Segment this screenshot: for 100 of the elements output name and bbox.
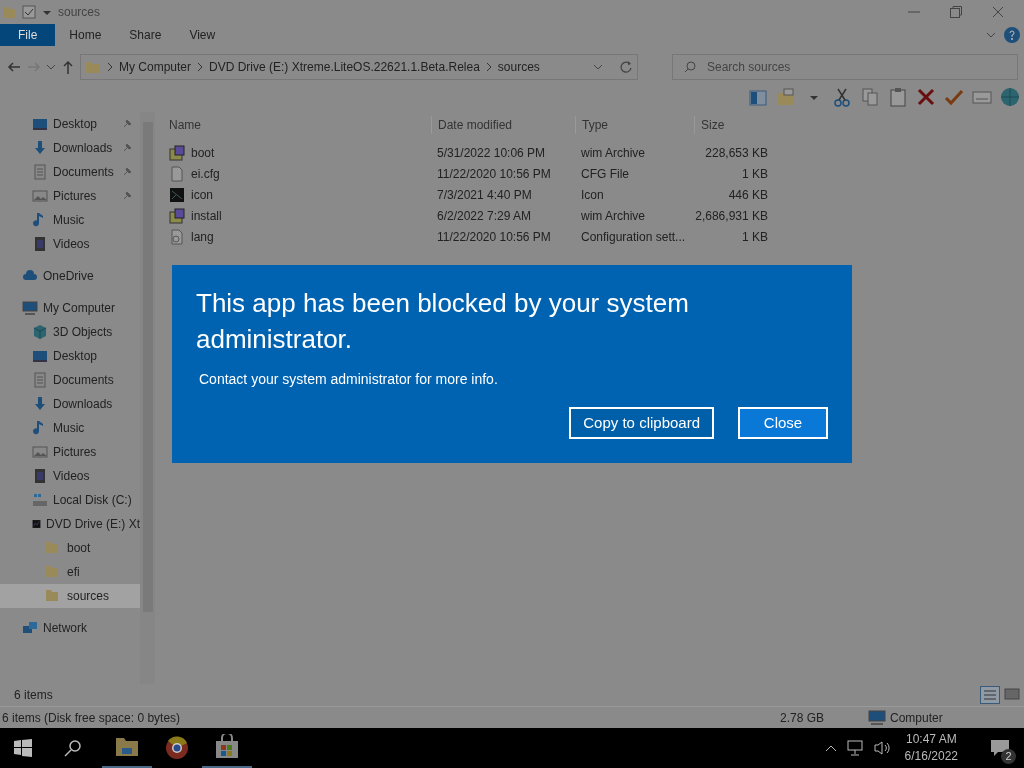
film-icon [32,236,48,252]
copy-icon[interactable] [860,87,880,107]
clock-time[interactable]: 10:47 AM [904,731,958,748]
nav-item[interactable]: 3D Objects [0,320,140,344]
chevron-down-icon[interactable] [46,62,56,72]
nav-item[interactable]: Network [0,616,140,640]
document-icon [32,372,48,388]
chevron-up-icon[interactable] [824,744,837,752]
nav-item[interactable]: Documents [0,160,140,184]
window-title: sources [58,4,101,21]
down-arrow-icon [32,140,48,156]
archive-icon [169,207,185,224]
nav-label: boot [67,540,91,557]
nav-item[interactable]: Videos [0,464,140,488]
nav-label: Downloads [53,140,113,157]
nav-label: Pictures [53,444,97,461]
close-button[interactable]: Close [738,407,828,439]
scrollbar[interactable] [140,112,155,684]
search-field[interactable]: Search sources [672,54,1018,80]
file-type: CFG File [580,165,630,183]
nav-item[interactable]: Local Disk (C:) [0,488,140,512]
nav-item[interactable]: Videos [0,232,140,256]
nav-item[interactable]: sources [0,584,140,608]
windows-logo-icon[interactable] [14,739,32,757]
file-type: wim Archive [580,207,646,225]
nav-item[interactable]: Downloads [0,136,140,160]
breadcrumb-link[interactable]: DVD Drive (E:) Xtreme.LiteOS.22621.1.Beta.Relea [209,58,480,76]
nav-label: Music [53,212,85,229]
file-name[interactable]: install [191,206,222,225]
refresh-icon[interactable] [619,60,633,74]
address-bar[interactable]: My Computer DVD Drive (E:) Xtreme.LiteOS.22621.1.Beta.Relea sources [80,54,638,80]
ribbon-tab[interactable]: Share [115,24,176,46]
pin-icon[interactable] [122,167,132,177]
down-arrow-icon [32,396,48,412]
file-menu-button[interactable]: File [0,24,56,46]
notification-count: 2 [1001,749,1016,764]
column-header[interactable]: Name [169,116,431,134]
nav-item[interactable]: DVD Drive (E:) Xt [0,512,140,536]
nav-label: Local Disk (C:) [53,492,132,509]
preview-pane-icon[interactable] [748,87,768,107]
nav-item[interactable]: Pictures [0,184,140,208]
pin-icon[interactable] [122,119,132,129]
x-mark-icon[interactable] [916,87,936,107]
notification-button[interactable]: 2 [980,728,1020,768]
chevron-down-icon[interactable] [593,62,603,72]
column-header[interactable]: Date modified [431,116,575,134]
nav-item[interactable]: boot [0,536,140,560]
nav-item[interactable]: Music [0,416,140,440]
dialog-title: This app has been blocked by your system administrator. [196,287,690,356]
details-view-icon[interactable] [980,686,1000,704]
ribbon-tab[interactable]: Home [55,24,116,46]
ribbon-tab[interactable]: View [175,24,230,46]
status-summary: 6 items (Disk free space: 0 bytes) [1,709,182,727]
network-icon[interactable] [846,740,863,756]
clock-date[interactable]: 6/16/2022 [904,748,958,765]
breadcrumb-link[interactable]: sources [497,58,540,76]
nav-item[interactable]: Documents [0,368,140,392]
nav-label: sources [67,588,110,605]
close-icon[interactable] [992,6,1004,18]
nav-item[interactable]: efi [0,560,140,584]
column-header[interactable]: Size [694,116,774,134]
file-name[interactable]: icon [191,185,213,204]
folder-icon [85,59,101,75]
file-size: 1 KB [741,165,769,183]
nav-label: Network [43,620,87,637]
picture-icon [32,444,48,460]
status-location: Computer [890,709,943,727]
scissors-icon[interactable] [832,87,852,107]
folder-options-icon[interactable] [776,87,796,107]
nav-item[interactable]: Desktop [0,112,140,136]
nav-item[interactable]: Desktop [0,344,140,368]
message-icon [990,739,1010,758]
nav-item[interactable]: Music [0,208,140,232]
column-header[interactable]: Type [575,116,694,134]
check-mark-icon[interactable] [944,87,964,107]
chevron-down-icon[interactable] [986,30,996,40]
nav-item[interactable]: OneDrive [0,264,140,288]
file-name[interactable]: lang [191,227,214,246]
search-icon [684,61,696,73]
date-modified: 11/22/2020 10:56 PM [436,165,552,183]
breadcrumb-link[interactable]: My Computer [119,58,192,76]
checkbox-icon[interactable] [22,5,36,19]
restore-icon[interactable] [950,6,962,18]
help-icon[interactable] [1004,27,1020,43]
document-icon [32,164,48,180]
nav-item[interactable]: My Computer [0,296,140,320]
thumbnail-view-icon[interactable] [1004,686,1020,702]
pin-icon[interactable] [122,191,132,201]
file-name[interactable]: ei.cfg [191,164,220,183]
copy-button[interactable]: Copy to clipboard [569,407,714,439]
date-modified: 7/3/2021 4:40 PM [436,186,533,204]
speaker-icon[interactable] [872,740,891,756]
clipboard-icon[interactable] [888,87,908,107]
globe-icon[interactable] [1000,87,1020,107]
file-name[interactable]: boot [191,143,215,162]
status-size: 2.78 GB [780,709,826,727]
nav-item[interactable]: Downloads [0,392,140,416]
search-icon[interactable] [64,739,82,757]
nav-item[interactable]: Pictures [0,440,140,464]
pin-icon[interactable] [122,143,132,153]
